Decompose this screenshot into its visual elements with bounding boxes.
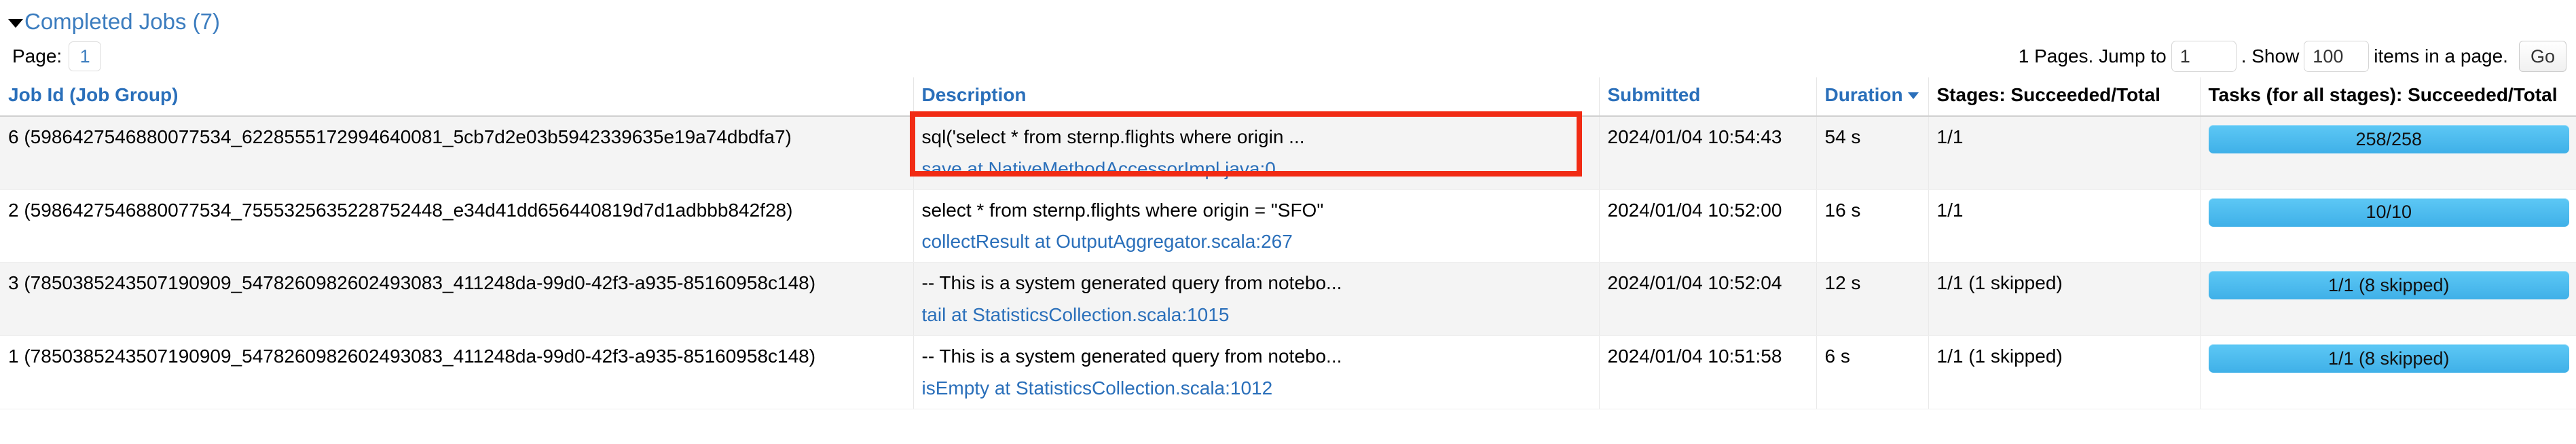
tasks-progress-label: 1/1 (8 skipped) <box>2327 348 2450 369</box>
table-row[interactable]: 3 (7850385243507190909_54782609826024930… <box>0 262 2576 336</box>
cell-duration: 16 s <box>1816 189 1929 263</box>
cell-tasks: 258/258 <box>2200 116 2576 190</box>
pages-count-label: 1 Pages. Jump to <box>2018 45 2167 67</box>
cell-submitted: 2024/01/04 10:52:04 <box>1599 262 1817 336</box>
cell-stages: 1/1 (1 skipped) <box>1928 335 2201 409</box>
show-label: . Show <box>2241 45 2300 67</box>
cell-description: select * from sternp.flights where origi… <box>913 189 1600 263</box>
table-body: 6 (5986427546880077534_62285551729946400… <box>0 111 2576 409</box>
table-header-row: Job Id (Job Group) Description Submitted… <box>0 77 2576 117</box>
cell-submitted: 2024/01/04 10:51:58 <box>1599 335 1817 409</box>
completed-jobs-section-header[interactable]: Completed Jobs (7) <box>0 0 2576 35</box>
description-text: sql('select * from sternp.flights where … <box>921 126 1305 147</box>
cell-tasks: 10/10 <box>2200 189 2576 263</box>
description-text: -- This is a system generated query from… <box>921 272 1342 294</box>
description-link[interactable]: collectResult at OutputAggregator.scala:… <box>922 229 1592 254</box>
go-button[interactable]: Go <box>2518 41 2566 72</box>
cell-duration: 54 s <box>1816 116 1929 190</box>
completed-jobs-table: Job Id (Job Group) Description Submitted… <box>0 77 2576 409</box>
description-text: -- This is a system generated query from… <box>921 345 1342 367</box>
tasks-progress-label: 10/10 <box>2366 202 2412 223</box>
cell-tasks: 1/1 (8 skipped) <box>2200 262 2576 336</box>
page-number-link[interactable]: 1 <box>69 41 102 71</box>
tasks-progress-bar: 1/1 (8 skipped) <box>2208 271 2569 300</box>
description-link[interactable]: tail at StatisticsCollection.scala:1015 <box>922 303 1592 327</box>
pagination-bar: Page: 1 1 Pages. Jump to . Show items in… <box>0 35 2576 77</box>
table-row[interactable]: 1 (7850385243507190909_54782609826024930… <box>0 335 2576 409</box>
column-header-job-id[interactable]: Job Id (Job Group) <box>0 77 914 117</box>
page-title[interactable]: Completed Jobs (7) <box>24 9 220 35</box>
cell-job-id: 6 (5986427546880077534_62285551729946400… <box>0 116 914 190</box>
tasks-progress-label: 258/258 <box>2355 128 2423 149</box>
items-in-page-label: items in a page. <box>2374 45 2508 67</box>
column-header-tasks: Tasks (for all stages): Succeeded/Total <box>2200 77 2576 117</box>
cell-duration: 6 s <box>1816 335 1929 409</box>
column-header-submitted[interactable]: Submitted <box>1599 77 1817 117</box>
cell-job-id: 1 (7850385243507190909_54782609826024930… <box>0 335 914 409</box>
caret-down-icon <box>1907 92 1919 99</box>
cell-stages: 1/1 <box>1928 189 2201 263</box>
cell-description: -- This is a system generated query from… <box>913 262 1600 336</box>
cell-submitted: 2024/01/04 10:52:00 <box>1599 189 1817 263</box>
cell-submitted: 2024/01/04 10:54:43 <box>1599 116 1817 190</box>
cell-duration: 12 s <box>1816 262 1929 336</box>
description-link[interactable]: save at NativeMethodAccessorImpl.java:0 <box>922 157 1592 181</box>
pager-right-group: 1 Pages. Jump to . Show items in a page.… <box>2014 41 2566 72</box>
completed-jobs-page: Completed Jobs (7) Page: 1 1 Pages. Jump… <box>0 0 2576 444</box>
cell-tasks: 1/1 (8 skipped) <box>2200 335 2576 409</box>
pager-left-group: Page: 1 <box>12 41 102 71</box>
tasks-progress-label: 1/1 (8 skipped) <box>2327 275 2450 296</box>
jump-to-page-input[interactable] <box>2171 41 2237 72</box>
caret-down-icon[interactable] <box>8 18 23 28</box>
tasks-progress-bar: 258/258 <box>2208 125 2569 153</box>
table-row[interactable]: 6 (5986427546880077534_62285551729946400… <box>0 111 2576 190</box>
cell-job-id: 2 (5986427546880077534_75553256352287524… <box>0 189 914 263</box>
tasks-progress-bar: 10/10 <box>2208 198 2569 227</box>
items-per-page-input[interactable] <box>2304 41 2370 72</box>
cell-description: sql('select * from sternp.flights where … <box>909 111 1600 190</box>
page-label: Page: <box>12 45 62 67</box>
cell-stages: 1/1 (1 skipped) <box>1928 262 2201 336</box>
table-row[interactable]: 2 (5986427546880077534_75553256352287524… <box>0 189 2576 263</box>
column-header-duration-label: Duration <box>1824 84 1903 105</box>
cell-stages: 1/1 <box>1928 116 2201 190</box>
column-header-stages: Stages: Succeeded/Total <box>1928 77 2201 117</box>
column-header-description[interactable]: Description <box>913 77 1600 117</box>
column-header-duration[interactable]: Duration <box>1816 77 1929 117</box>
description-text: select * from sternp.flights where origi… <box>921 199 1324 221</box>
description-link[interactable]: isEmpty at StatisticsCollection.scala:10… <box>922 376 1592 401</box>
tasks-progress-bar: 1/1 (8 skipped) <box>2208 344 2569 373</box>
cell-job-id: 3 (7850385243507190909_54782609826024930… <box>0 262 914 336</box>
cell-description: -- This is a system generated query from… <box>913 335 1600 409</box>
